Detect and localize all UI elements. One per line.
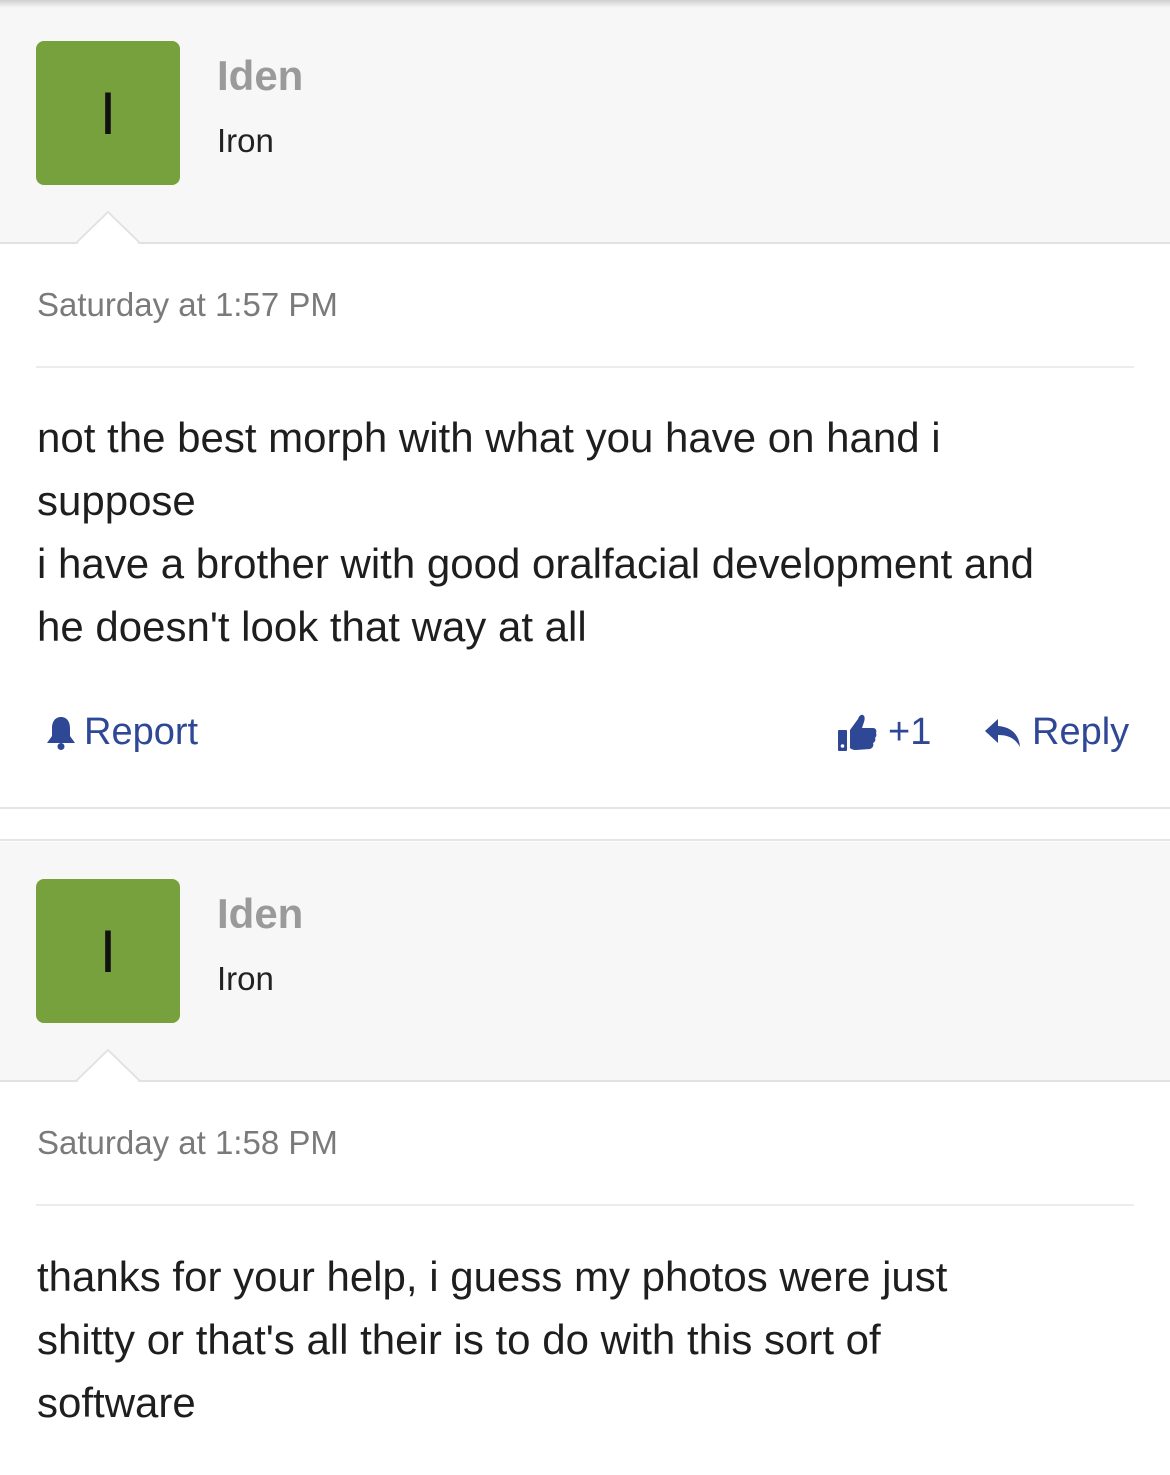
message-line: he doesn't look that way at all xyxy=(37,603,587,650)
bell-icon xyxy=(47,716,75,750)
message-line: thanks for your help, i guess my photos … xyxy=(37,1253,948,1300)
post-1: I Iden Iron Saturday at 1:57 PM not the … xyxy=(0,0,1170,808)
header-pointer-notch xyxy=(75,211,141,244)
avatar-letter: I xyxy=(99,79,117,147)
post-2: I Iden Iron Saturday at 1:58 PM thanks f… xyxy=(0,842,1170,1475)
post-separator xyxy=(0,807,1170,841)
user-title: Iron xyxy=(217,960,274,997)
username[interactable]: Iden xyxy=(217,890,303,938)
user-title: Iron xyxy=(217,122,274,159)
post-timestamp[interactable]: Saturday at 1:58 PM xyxy=(37,1124,338,1162)
avatar-letter: I xyxy=(99,917,117,985)
username[interactable]: Iden xyxy=(217,52,303,100)
message-line: suppose xyxy=(37,477,196,524)
like-count: +1 xyxy=(888,711,932,753)
reply-label: Reply xyxy=(1032,711,1130,753)
post-user-header: I Iden Iron xyxy=(0,842,1170,1082)
message-line: software xyxy=(37,1379,196,1426)
divider xyxy=(36,366,1134,368)
message-line: shitty or that's all their is to do with… xyxy=(37,1316,881,1363)
divider xyxy=(36,1204,1134,1206)
post-message: thanks for your help, i guess my photos … xyxy=(37,1245,1137,1434)
thread-page: I Iden Iron Saturday at 1:57 PM not the … xyxy=(0,0,1170,1475)
post-message: not the best morph with what you have on… xyxy=(37,406,1137,658)
reply-button[interactable]: Reply xyxy=(984,711,1129,754)
thumbs-up-icon xyxy=(838,714,877,751)
reply-arrow-icon xyxy=(985,718,1020,747)
header-pointer-notch xyxy=(75,1049,141,1082)
message-line: i have a brother with good oralfacial de… xyxy=(37,540,1034,587)
avatar[interactable]: I xyxy=(36,879,180,1023)
avatar[interactable]: I xyxy=(36,41,180,185)
post-timestamp[interactable]: Saturday at 1:57 PM xyxy=(37,286,338,324)
message-line: not the best morph with what you have on… xyxy=(37,414,941,461)
post-user-header: I Iden Iron xyxy=(0,0,1170,244)
top-shadow xyxy=(0,0,1170,8)
like-button[interactable]: +1 xyxy=(836,711,931,754)
report-button[interactable]: Report xyxy=(44,711,198,754)
report-label: Report xyxy=(84,711,199,753)
